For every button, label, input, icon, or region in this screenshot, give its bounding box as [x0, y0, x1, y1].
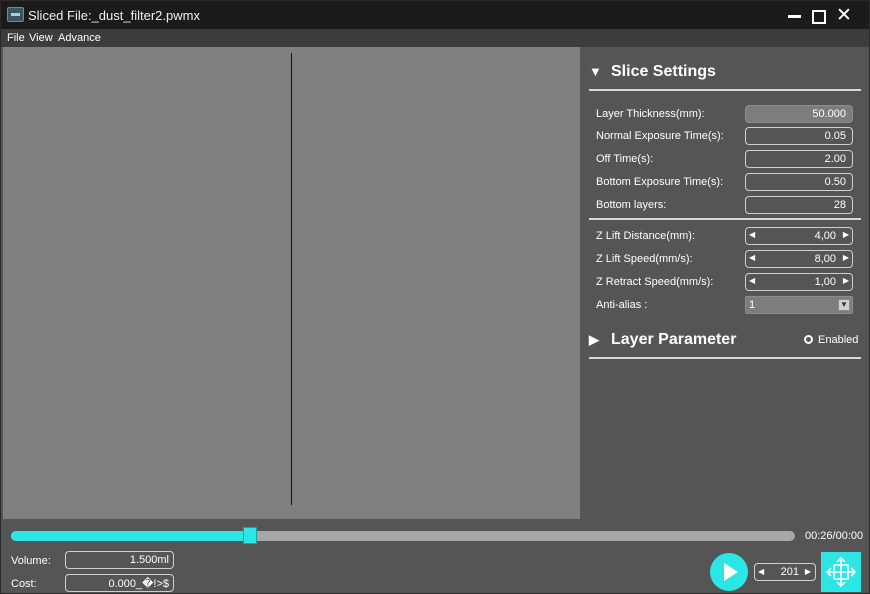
setting-off-time: Off Time(s): 2.00 — [596, 150, 854, 168]
layer-preview-viewport[interactable] — [3, 47, 580, 519]
decrement-arrow-icon[interactable]: ◀ — [749, 230, 755, 239]
z-lift-distance-spinner[interactable]: ◀ 4,00 ▶ — [745, 227, 853, 245]
setting-label: Bottom Exposure Time(s): — [596, 176, 724, 188]
menu-advance[interactable]: Advance — [58, 32, 101, 44]
menu-bar: File View Advance — [1, 29, 869, 47]
close-icon[interactable]: ✕ — [833, 5, 855, 25]
cost-label: Cost: — [11, 578, 37, 590]
volume-label: Volume: — [11, 555, 51, 567]
divider — [589, 357, 861, 359]
layer-number-value: 201 — [780, 566, 799, 578]
setting-bottom-exposure: Bottom Exposure Time(s): 0.50 — [596, 173, 854, 191]
z-retract-speed-spinner[interactable]: ◀ 1,00 ▶ — [745, 273, 853, 291]
slice-settings-title: Slice Settings — [611, 63, 716, 80]
collapse-triangle-icon: ▼ — [589, 64, 602, 79]
volume-value: 1.500ml — [65, 551, 174, 569]
menu-view[interactable]: View — [29, 32, 53, 44]
setting-label: Off Time(s): — [596, 153, 654, 165]
bottom-exposure-field[interactable]: 0.50 — [745, 173, 853, 191]
enabled-label: Enabled — [818, 334, 859, 346]
maximize-icon[interactable] — [806, 5, 828, 25]
slice-settings-header[interactable]: ▼ Slice Settings — [589, 63, 716, 81]
anti-alias-select[interactable]: 1 ▼ — [745, 296, 853, 314]
setting-normal-exposure: Normal Exposure Time(s): 0.05 — [596, 127, 854, 145]
normal-exposure-field[interactable]: 0.05 — [745, 127, 853, 145]
setting-z-retract-speed: Z Retract Speed(mm/s): ◀ 1,00 ▶ — [596, 273, 854, 291]
z-lift-speed-spinner[interactable]: ◀ 8,00 ▶ — [745, 250, 853, 268]
move-arrows-icon[interactable] — [821, 552, 861, 592]
setting-label: Z Retract Speed(mm/s): — [596, 276, 714, 288]
z-lift-distance-value: 4,00 — [814, 230, 836, 242]
layer-slice-line — [291, 53, 292, 505]
setting-label: Z Lift Distance(mm): — [596, 230, 696, 242]
decrement-arrow-icon[interactable]: ◀ — [749, 276, 755, 285]
layer-slider-thumb[interactable] — [243, 527, 258, 544]
setting-label: Normal Exposure Time(s): — [596, 130, 724, 142]
app-window: Sliced File:_dust_filter2.pwmx ✕ File Vi… — [0, 0, 870, 594]
setting-layer-thickness: Layer Thickness(mm): 50.000 — [596, 105, 854, 123]
print-time: 00:26/00:00 — [805, 530, 864, 542]
divider — [589, 218, 861, 220]
setting-label: Z Lift Speed(mm/s): — [596, 253, 693, 265]
setting-label: Anti-alias : — [596, 299, 648, 311]
decrement-arrow-icon[interactable]: ◀ — [749, 253, 755, 262]
chevron-down-icon[interactable]: ▼ — [838, 299, 850, 311]
layer-number-spinner[interactable]: ◀ 201 ▶ — [754, 563, 816, 581]
radio-circle-icon — [804, 335, 813, 344]
layer-parameter-header[interactable]: ▶ Layer Parameter — [589, 331, 736, 349]
divider — [589, 89, 861, 91]
setting-bottom-layers: Bottom layers: 28 — [596, 196, 854, 214]
layer-slider-fill — [11, 531, 251, 541]
increment-arrow-icon[interactable]: ▶ — [843, 230, 849, 239]
layer-parameter-title: Layer Parameter — [611, 331, 737, 348]
cost-value: 0.000_�!>$ — [65, 574, 174, 592]
expand-triangle-icon: ▶ — [589, 332, 599, 347]
title-bar: Sliced File:_dust_filter2.pwmx ✕ — [1, 1, 869, 29]
increment-arrow-icon[interactable]: ▶ — [805, 567, 811, 576]
layer-thickness-field: 50.000 — [745, 105, 853, 123]
play-icon[interactable] — [710, 553, 748, 591]
setting-label: Layer Thickness(mm): — [596, 108, 705, 120]
anti-alias-value: 1 — [749, 299, 756, 311]
setting-anti-alias: Anti-alias : 1 ▼ — [596, 296, 854, 314]
app-icon — [7, 7, 24, 22]
playback-bar: 00:26/00:00 Volume: 1.500ml Cost: 0.000_… — [1, 519, 869, 593]
increment-arrow-icon[interactable]: ▶ — [843, 276, 849, 285]
settings-panel: ▼ Slice Settings Layer Thickness(mm): 50.… — [581, 47, 869, 519]
bottom-layers-field[interactable]: 28 — [745, 196, 853, 214]
z-lift-speed-value: 8,00 — [814, 253, 836, 265]
off-time-field[interactable]: 2.00 — [745, 150, 853, 168]
increment-arrow-icon[interactable]: ▶ — [843, 253, 849, 262]
layer-slider[interactable] — [11, 527, 795, 544]
decrement-arrow-icon[interactable]: ◀ — [758, 567, 764, 576]
setting-z-lift-distance: Z Lift Distance(mm): ◀ 4,00 ▶ — [596, 227, 854, 245]
z-retract-speed-value: 1,00 — [814, 276, 836, 288]
menu-file[interactable]: File — [7, 32, 25, 44]
setting-z-lift-speed: Z Lift Speed(mm/s): ◀ 8,00 ▶ — [596, 250, 854, 268]
minimize-icon[interactable] — [784, 5, 806, 25]
setting-label: Bottom layers: — [596, 199, 667, 211]
window-title: Sliced File:_dust_filter2.pwmx — [28, 8, 200, 23]
enabled-radio[interactable]: Enabled — [804, 334, 858, 346]
